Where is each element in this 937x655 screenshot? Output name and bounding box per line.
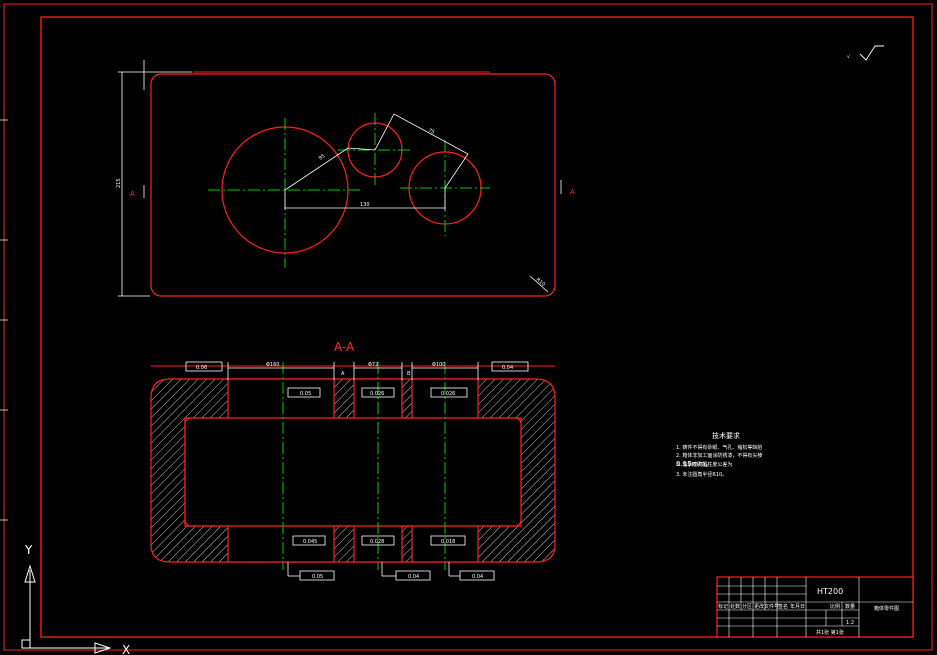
notes-title: 技术要求 — [712, 431, 740, 440]
tol-bore-bottom-3: 0.018 — [441, 539, 455, 545]
tol-bore-bottom-1: 0.045 — [303, 539, 317, 545]
dim-bore-3: Φ100 — [432, 362, 445, 368]
section-cavity — [184, 417, 522, 527]
tol-bore-top-1: 0.05 — [300, 391, 311, 397]
notes-item-4: 0.15mm。 — [676, 460, 712, 468]
tol-bore-bottom-2: 0.028 — [370, 539, 384, 545]
dim-overall-height: 215 — [116, 178, 122, 188]
title-label-5: 签名 — [778, 603, 788, 610]
datum-left: A — [341, 371, 345, 377]
title-block: HT200 箱体零件图 比例 数量 1:2 共1张 第1张 标记 处数 分区 更… — [716, 576, 914, 638]
title-label-1: 标记 — [718, 603, 728, 610]
ucs-y-label: Y — [24, 543, 33, 557]
title-qty-label: 数量 — [845, 603, 855, 610]
section-title: A-A — [334, 340, 355, 354]
title-label-2: 处数 — [730, 603, 740, 610]
notes-item-5: 3. 未注圆角半径R10。 — [676, 471, 727, 478]
ucs-x-label: X — [122, 643, 130, 655]
ucs-icon — [21, 564, 112, 654]
tol-frame-bottom-3: 0.04 — [472, 574, 483, 580]
top-view-dimensions — [118, 60, 562, 297]
roughness-symbol — [859, 45, 884, 61]
technical-notes: 技术要求 1. 铸件不得有砂眼、气孔、缩松等缺陷 2. 箱体非加工面涂防锈漆，不… — [676, 431, 762, 478]
title-name: 箱体零件图 — [874, 605, 899, 612]
tol-frame-bottom-1: 0.05 — [312, 574, 323, 580]
title-ratio-label: 比例 — [830, 603, 840, 610]
tol-parallel-top-right: 0.04 — [502, 365, 513, 371]
dim-corner-radius: R10 — [535, 277, 546, 288]
housing-outline — [150, 73, 556, 297]
section-view: A-A Φ160 Φ72 Φ100 0.06 0.04 0.05 0.026 0… — [150, 340, 556, 581]
dim-bore-2: Φ72 — [368, 362, 378, 368]
tol-parallel-top-left: 0.06 — [196, 365, 207, 371]
title-label-3: 分区 — [742, 603, 752, 610]
dim-link-left: 95 — [318, 153, 327, 162]
roughness-label: √ — [847, 54, 851, 60]
dim-bore-1: Φ160 — [266, 362, 279, 368]
section-mark-right: A — [570, 188, 575, 196]
top-view-centerlines — [208, 113, 490, 268]
title-material: HT200 — [817, 587, 843, 596]
top-view: 215 95 75 130 R10 A A — [116, 60, 575, 297]
title-drawing-no: 共1张 第1张 — [816, 629, 844, 636]
dim-link-right: 75 — [427, 127, 435, 135]
tol-bore-top-2: 0.026 — [370, 391, 384, 397]
title-label-4: 更改文件号 — [754, 603, 779, 610]
notes-item-2: 2. 箱体非加工面涂防锈漆，不得有尖棱 — [676, 452, 762, 459]
title-label-6: 年月日 — [790, 603, 805, 610]
datum-right: B — [407, 371, 411, 377]
tol-frame-bottom-2: 0.04 — [408, 574, 419, 580]
notes-item-1: 1. 铸件不得有砂眼、气孔、缩松等缺陷 — [676, 444, 762, 451]
dim-horizontal: 130 — [360, 202, 370, 208]
title-scale: 1:2 — [846, 620, 854, 626]
section-mark-left: A — [130, 190, 135, 198]
tol-bore-top-3: 0.026 — [441, 391, 455, 397]
cad-drawing-canvas[interactable]: 215 95 75 130 R10 A A A-A Φ160 Φ72 Φ100 … — [0, 0, 937, 655]
